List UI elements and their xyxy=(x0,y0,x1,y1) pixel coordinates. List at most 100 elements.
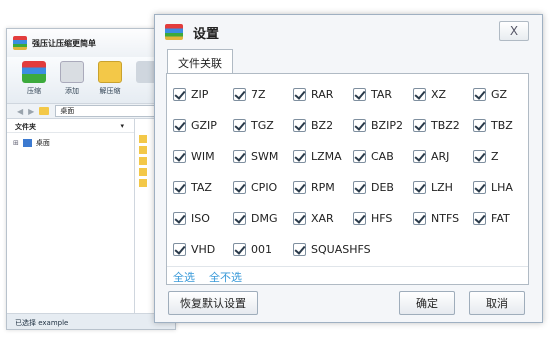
app-logo-icon xyxy=(13,36,27,50)
checkbox[interactable] xyxy=(473,118,486,132)
restore-defaults-button[interactable]: 恢复默认设置 xyxy=(168,291,258,315)
checkbox[interactable] xyxy=(293,211,306,225)
format-checkbox-cab[interactable]: CAB xyxy=(353,148,394,164)
main-panes: 文件夹 ▾ ⊞ 桌面 xyxy=(7,119,175,313)
format-checkbox-001[interactable]: 001 xyxy=(233,241,272,257)
checkbox[interactable] xyxy=(233,118,246,132)
checkbox[interactable] xyxy=(293,149,306,163)
checkbox-label: ISO xyxy=(191,211,210,225)
format-checkbox-hfs[interactable]: HFS xyxy=(353,210,392,226)
checkbox[interactable] xyxy=(353,211,366,225)
format-checkbox-cpio[interactable]: CPIO xyxy=(233,179,277,195)
checkbox[interactable] xyxy=(353,180,366,194)
checkbox[interactable] xyxy=(233,242,246,256)
checkbox-label: BZIP2 xyxy=(371,118,403,132)
checkbox[interactable] xyxy=(413,211,426,225)
format-checkbox-lha[interactable]: LHA xyxy=(473,179,513,195)
tree-item-desktop[interactable]: ⊞ 桌面 xyxy=(7,137,134,149)
format-checkbox-ntfs[interactable]: NTFS xyxy=(413,210,459,226)
format-checkbox-gzip[interactable]: GZIP xyxy=(173,117,217,133)
format-checkbox-squashfs[interactable]: SQUASHFS xyxy=(293,241,371,257)
compress-button[interactable]: 压缩 xyxy=(15,61,53,103)
format-checkbox-vhd[interactable]: VHD xyxy=(173,241,215,257)
checkbox-label: GZ xyxy=(491,87,508,101)
checkbox[interactable] xyxy=(293,118,306,132)
main-toolbar: 压缩 添加 解压缩 xyxy=(7,57,175,103)
format-checkbox-zip[interactable]: ZIP xyxy=(173,86,208,102)
format-checkbox-lzma[interactable]: LZMA xyxy=(293,148,342,164)
format-checkbox-rar[interactable]: RAR xyxy=(293,86,333,102)
format-checkbox-rpm[interactable]: RPM xyxy=(293,179,335,195)
checkbox[interactable] xyxy=(173,242,186,256)
checkbox[interactable] xyxy=(413,87,426,101)
checkbox[interactable] xyxy=(473,149,486,163)
checkbox[interactable] xyxy=(233,211,246,225)
format-checkbox-z[interactable]: Z xyxy=(473,148,499,164)
checkbox[interactable] xyxy=(233,87,246,101)
checkbox[interactable] xyxy=(293,87,306,101)
format-checkbox-lzh[interactable]: LZH xyxy=(413,179,453,195)
checkbox[interactable] xyxy=(293,180,306,194)
format-checkbox-tar[interactable]: TAR xyxy=(353,86,392,102)
checkbox[interactable] xyxy=(473,87,486,101)
format-checkbox-dmg[interactable]: DMG xyxy=(233,210,278,226)
checkbox[interactable] xyxy=(353,149,366,163)
checkbox[interactable] xyxy=(353,118,366,132)
checkbox[interactable] xyxy=(173,180,186,194)
format-checkbox-swm[interactable]: SWM xyxy=(233,148,278,164)
format-checkbox-wim[interactable]: WIM xyxy=(173,148,215,164)
checkbox-label: ZIP xyxy=(191,87,209,101)
main-window-title: 强压让压缩更简单 xyxy=(32,38,96,48)
checkbox[interactable] xyxy=(413,149,426,163)
format-checkbox-deb[interactable]: DEB xyxy=(353,179,394,195)
file-icon[interactable] xyxy=(139,146,147,154)
checkbox[interactable] xyxy=(173,87,186,101)
format-checkbox-7z[interactable]: 7Z xyxy=(233,86,266,102)
forward-arrow-icon[interactable]: ▶ xyxy=(28,107,34,116)
checkbox[interactable] xyxy=(413,118,426,132)
back-arrow-icon[interactable]: ◀ xyxy=(17,107,23,116)
compress-label: 压缩 xyxy=(27,87,41,95)
checkbox[interactable] xyxy=(293,242,306,256)
extract-icon xyxy=(98,61,122,83)
checkbox[interactable] xyxy=(353,87,366,101)
close-button[interactable]: X xyxy=(499,21,529,41)
format-checkbox-gz[interactable]: GZ xyxy=(473,86,507,102)
file-icon[interactable] xyxy=(139,179,147,187)
checkbox[interactable] xyxy=(233,180,246,194)
checkbox[interactable] xyxy=(173,149,186,163)
checkbox[interactable] xyxy=(233,149,246,163)
checkbox-label: LZMA xyxy=(311,149,342,163)
file-icon[interactable] xyxy=(139,157,147,165)
format-checkbox-iso[interactable]: ISO xyxy=(173,210,210,226)
checkbox[interactable] xyxy=(473,211,486,225)
select-all-link[interactable]: 全选 xyxy=(173,269,195,285)
cancel-button[interactable]: 取消 xyxy=(469,291,525,315)
checkbox-label: GZIP xyxy=(191,118,217,132)
tab-file-association[interactable]: 文件关联 xyxy=(167,49,233,75)
pin-icon[interactable]: ▾ xyxy=(120,122,124,132)
format-checkbox-bz2[interactable]: BZ2 xyxy=(293,117,333,133)
ok-button[interactable]: 确定 xyxy=(399,291,455,315)
checkbox[interactable] xyxy=(413,180,426,194)
format-checkbox-bzip2[interactable]: BZIP2 xyxy=(353,117,403,133)
select-none-link[interactable]: 全不选 xyxy=(209,269,242,285)
file-icon[interactable] xyxy=(139,135,147,143)
format-checkbox-tbz2[interactable]: TBZ2 xyxy=(413,117,460,133)
checkbox[interactable] xyxy=(173,211,186,225)
checkbox-label: SQUASHFS xyxy=(311,242,371,256)
format-checkbox-fat[interactable]: FAT xyxy=(473,210,510,226)
expand-icon[interactable]: ⊞ xyxy=(13,139,19,147)
format-checkbox-xar[interactable]: XAR xyxy=(293,210,334,226)
format-checkbox-xz[interactable]: XZ xyxy=(413,86,446,102)
format-checkbox-tgz[interactable]: TGZ xyxy=(233,117,274,133)
checkbox[interactable] xyxy=(473,180,486,194)
file-icon[interactable] xyxy=(139,168,147,176)
add-button[interactable]: 添加 xyxy=(53,61,91,103)
checkbox[interactable] xyxy=(173,118,186,132)
extract-button[interactable]: 解压缩 xyxy=(91,61,129,103)
format-checkbox-arj[interactable]: ARJ xyxy=(413,148,449,164)
format-checkbox-taz[interactable]: TAZ xyxy=(173,179,212,195)
format-checkbox-tbz[interactable]: TBZ xyxy=(473,117,513,133)
checkbox-label: FAT xyxy=(491,211,510,225)
